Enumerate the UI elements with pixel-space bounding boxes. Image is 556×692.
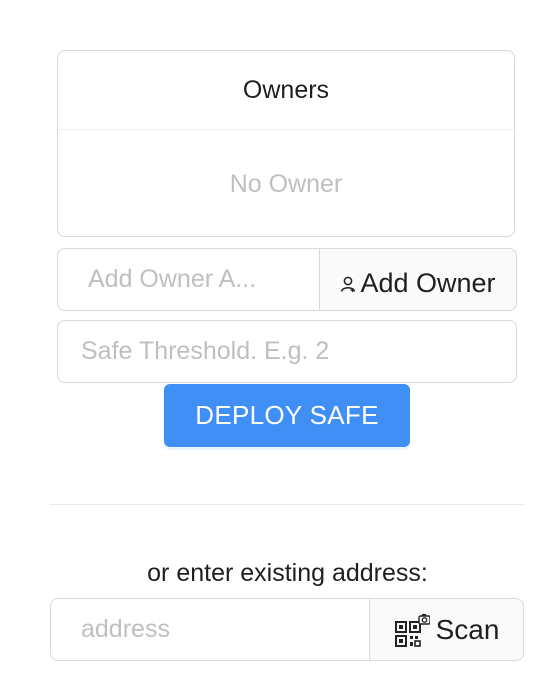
address-input[interactable] (50, 598, 369, 661)
owners-header: Owners (58, 51, 514, 130)
owner-address-input[interactable] (57, 248, 319, 311)
owners-panel: Owners No Owner (57, 50, 515, 237)
add-owner-group: Add Owner (57, 248, 517, 311)
safe-threshold-input[interactable] (57, 320, 517, 383)
qr-scan-icon (394, 612, 430, 648)
deploy-safe-button[interactable]: DEPLOY SAFE (164, 384, 410, 447)
scan-button[interactable]: Scan (369, 598, 524, 661)
existing-address-group: Scan (50, 598, 524, 661)
add-owner-label: Add Owner (360, 268, 496, 298)
existing-address-label: or enter existing address: (147, 559, 428, 587)
add-owner-button[interactable]: Add Owner (319, 248, 517, 311)
section-divider (50, 504, 525, 505)
scan-label: Scan (435, 613, 500, 645)
user-add-icon (340, 275, 356, 293)
owners-empty-state: No Owner (229, 169, 343, 198)
